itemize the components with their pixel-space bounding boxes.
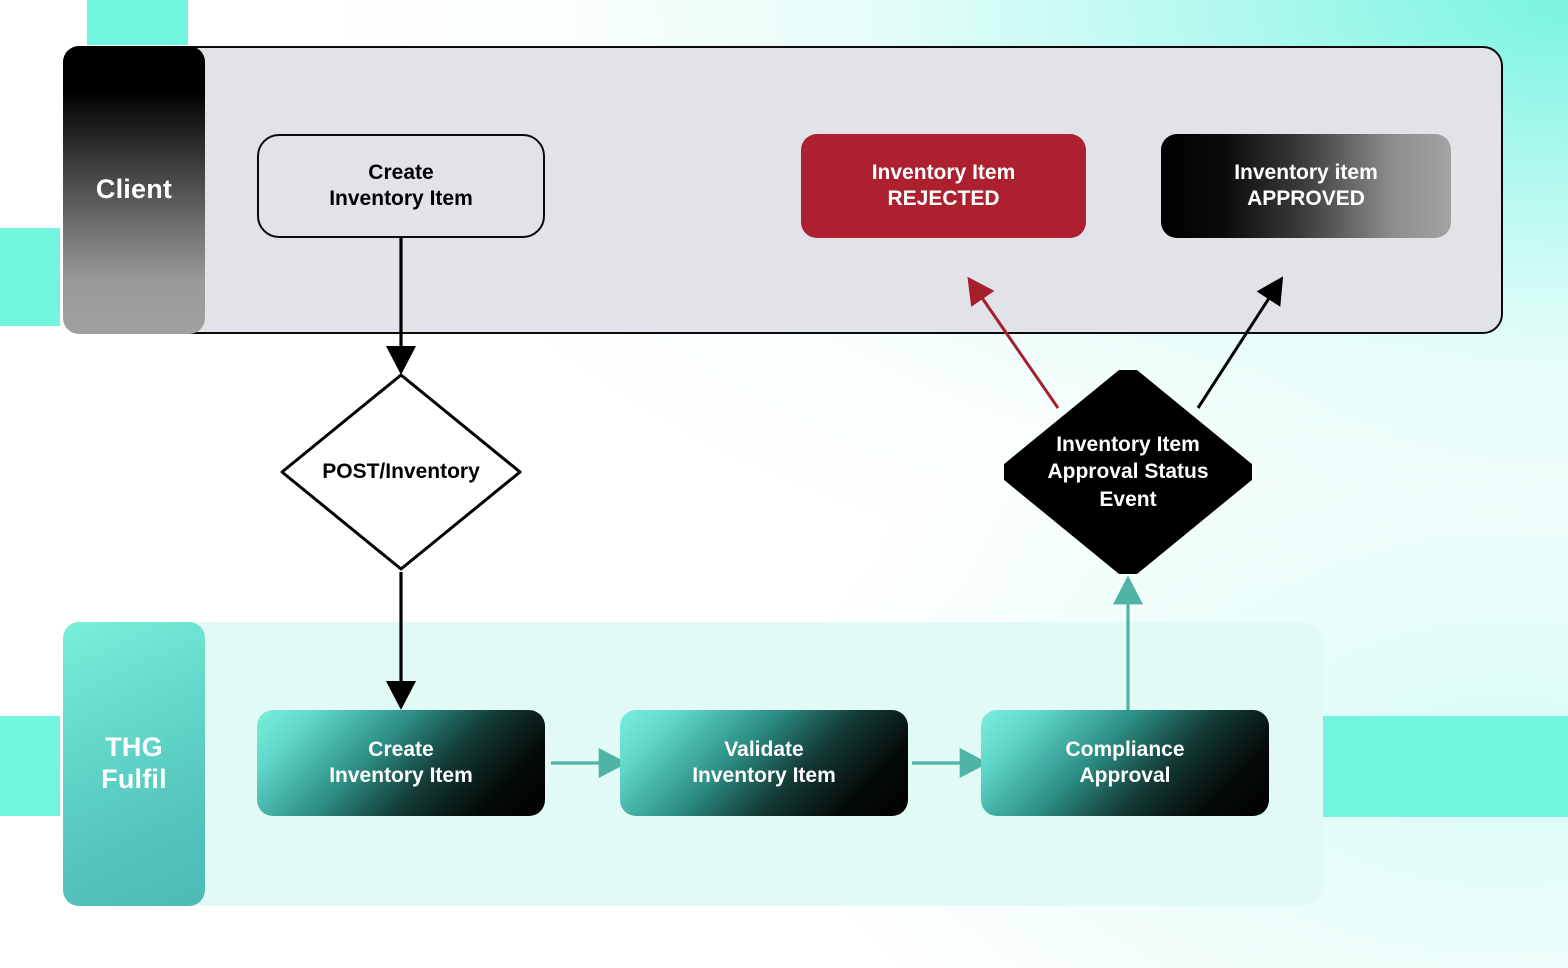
lane-label-thg-fulfil-text: THG Fulfil	[101, 732, 167, 796]
post-inventory-decision[interactable]: POST/Inventory	[277, 370, 525, 574]
create-inventory-item-client-line1: Create	[368, 160, 434, 184]
validate-inventory-item-line1: Validate	[724, 737, 804, 761]
inventory-item-rejected-line2: REJECTED	[887, 187, 1000, 210]
inventory-item-rejected-line1: Inventory Item	[871, 160, 1016, 184]
create-inventory-item-client[interactable]: Create Inventory Item	[257, 134, 545, 238]
compliance-approval[interactable]: Compliance Approval	[981, 710, 1269, 816]
inventory-item-approval-status-event[interactable]: Inventory Item Approval Status Event	[1004, 370, 1252, 574]
create-inventory-item-fulfil-line1: Create	[368, 737, 434, 761]
lane-label-client: Client	[63, 46, 205, 334]
decor-block-lower-right	[1323, 716, 1568, 817]
inventory-item-rejected[interactable]: Inventory Item REJECTED	[801, 134, 1086, 238]
create-inventory-item-fulfil[interactable]: Create Inventory Item	[257, 710, 545, 816]
create-inventory-item-fulfil-line2: Inventory Item	[329, 764, 473, 787]
lane-label-thg-fulfil: THG Fulfil	[63, 622, 205, 906]
decor-block-mid-left	[0, 228, 60, 326]
post-inventory-label: POST/Inventory	[322, 460, 480, 484]
decor-block-top-left	[87, 0, 188, 45]
lane-label-thg-fulfil-line1: THG	[105, 732, 163, 763]
inventory-item-approved-line2: APPROVED	[1247, 187, 1365, 210]
approval-status-event-line1: Inventory Item	[1056, 433, 1200, 457]
validate-inventory-item[interactable]: Validate Inventory Item	[620, 710, 908, 816]
compliance-approval-line1: Compliance	[1065, 737, 1185, 761]
validate-inventory-item-line2: Inventory Item	[692, 764, 836, 787]
diagram-canvas: Client THG Fulfil Create Inventory Item …	[0, 0, 1568, 968]
compliance-approval-line2: Approval	[1079, 764, 1171, 787]
approval-status-event-line3: Event	[1099, 487, 1157, 511]
approval-status-event-line2: Approval Status	[1047, 460, 1209, 484]
inventory-item-approved[interactable]: Inventory item APPROVED	[1161, 134, 1451, 238]
lane-label-thg-fulfil-line2: Fulfil	[101, 764, 167, 794]
lane-label-client-text: Client	[95, 174, 173, 205]
inventory-item-approved-line1: Inventory item	[1234, 160, 1378, 184]
create-inventory-item-client-line2: Inventory Item	[329, 187, 473, 210]
decor-block-lower-left	[0, 716, 60, 816]
